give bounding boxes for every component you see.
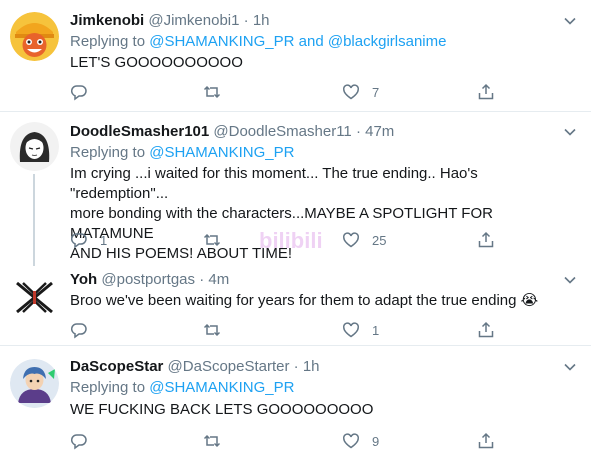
reply-count: 1: [100, 232, 108, 248]
timestamp[interactable]: 1h: [303, 358, 320, 375]
retweet-icon: [203, 434, 221, 448]
replying-label: Replying to: [70, 33, 146, 50]
tweet-actions: 7: [70, 82, 510, 102]
share-button[interactable]: [477, 82, 495, 102]
like-button[interactable]: 7: [342, 82, 379, 102]
like-count: 1: [372, 322, 380, 338]
retweet-button[interactable]: [203, 320, 233, 340]
tweet-text-line: Im crying ...i waited for this moment...…: [70, 165, 478, 202]
avatar[interactable]: [10, 12, 59, 61]
reply-button[interactable]: [70, 431, 100, 451]
avatar[interactable]: [10, 273, 59, 322]
reply-button[interactable]: [70, 320, 100, 340]
dot-separator: ·: [293, 358, 299, 375]
avatar[interactable]: [10, 122, 59, 171]
share-button[interactable]: [477, 431, 495, 451]
like-count: 25: [372, 232, 387, 248]
tweet-header: DaScopeStar @DaScopeStarter · 1h: [70, 357, 320, 377]
caret-down-icon[interactable]: [563, 273, 577, 287]
like-icon: [343, 84, 359, 100]
share-button[interactable]: [477, 320, 495, 340]
display-name[interactable]: DaScopeStar: [70, 358, 163, 375]
like-button[interactable]: 1: [342, 320, 379, 340]
share-icon: [478, 321, 494, 338]
handle[interactable]: @Jimkenobi1: [148, 12, 239, 29]
tweet-4[interactable]: DaScopeStar @DaScopeStarter · 1h Replyin…: [0, 346, 591, 468]
like-icon: [343, 433, 359, 449]
mention-link[interactable]: @blackgirlsanime: [328, 33, 447, 50]
watermark-logo: bilibili: [259, 228, 323, 253]
tweet-text: WE FUCKING BACK LETS GOOOOOOOOO: [70, 401, 374, 418]
reply-icon: [70, 323, 87, 339]
tweet-text: LET'S GOOOOOOOOOO: [70, 54, 243, 71]
thread-connector: [33, 174, 35, 266]
caret-down-icon[interactable]: [563, 360, 577, 374]
tweet-actions: 1: [70, 320, 510, 340]
retweet-button[interactable]: [203, 82, 233, 102]
tweet-text: Broo we've been waiting for years for th…: [70, 292, 539, 309]
replying-to: Replying to @SHAMANKING_PR and @blackgir…: [70, 32, 446, 52]
tweet-header: DoodleSmasher101 @DoodleSmasher11 · 47m: [70, 122, 394, 142]
timestamp[interactable]: 4m: [208, 271, 229, 288]
like-icon: [343, 322, 359, 338]
like-count: 7: [372, 84, 380, 100]
share-icon: [478, 83, 494, 100]
tweet-1[interactable]: Jimkenobi @Jimkenobi1 · 1h Replying to @…: [0, 0, 591, 111]
replying-label: Replying to: [70, 379, 146, 396]
retweet-icon: [203, 233, 221, 247]
handle[interactable]: @DoodleSmasher11: [213, 123, 351, 140]
like-button[interactable]: 9: [342, 431, 379, 451]
retweet-button[interactable]: [203, 431, 233, 451]
reply-icon: [70, 233, 87, 249]
retweet-icon: [203, 323, 221, 337]
replying-to: Replying to @SHAMANKING_PR: [70, 378, 294, 398]
share-button[interactable]: [477, 230, 495, 250]
display-name[interactable]: Yoh: [70, 271, 97, 288]
reply-icon: [70, 85, 87, 101]
mention-link[interactable]: @SHAMANKING_PR: [149, 144, 294, 161]
replying-to: Replying to @SHAMANKING_PR: [70, 143, 294, 163]
display-name[interactable]: DoodleSmasher101: [70, 123, 209, 140]
avatar[interactable]: [10, 359, 59, 408]
timestamp[interactable]: 47m: [365, 123, 394, 140]
caret-down-icon[interactable]: [563, 125, 577, 139]
share-icon: [478, 432, 494, 449]
share-icon: [478, 231, 494, 248]
tweet-actions: 9: [70, 431, 510, 451]
like-count: 9: [372, 433, 380, 449]
handle[interactable]: @DaScopeStarter: [168, 358, 290, 375]
reply-button[interactable]: 1: [70, 230, 107, 250]
mention-link[interactable]: @SHAMANKING_PR: [149, 379, 294, 396]
tweet-header: Yoh @postportgas · 4m: [70, 270, 229, 290]
display-name[interactable]: Jimkenobi: [70, 12, 144, 29]
dot-separator: ·: [199, 271, 205, 288]
replying-label: Replying to: [70, 144, 146, 161]
tweet-header: Jimkenobi @Jimkenobi1 · 1h: [70, 11, 270, 31]
caret-down-icon[interactable]: [563, 14, 577, 28]
retweet-icon: [203, 85, 221, 99]
mention-link[interactable]: @SHAMANKING_PR: [149, 33, 294, 50]
retweet-button[interactable]: [203, 230, 233, 250]
reply-button[interactable]: [70, 82, 100, 102]
reply-icon: [70, 434, 87, 450]
tweet-3[interactable]: Yoh @postportgas · 4m Broo we've been wa…: [0, 262, 591, 345]
mention-and: and: [298, 33, 324, 50]
dot-separator: ·: [243, 12, 249, 29]
handle[interactable]: @postportgas: [101, 271, 195, 288]
dot-separator: ·: [355, 123, 361, 140]
timestamp[interactable]: 1h: [253, 12, 270, 29]
watermark-text: bilibili: [259, 228, 323, 253]
